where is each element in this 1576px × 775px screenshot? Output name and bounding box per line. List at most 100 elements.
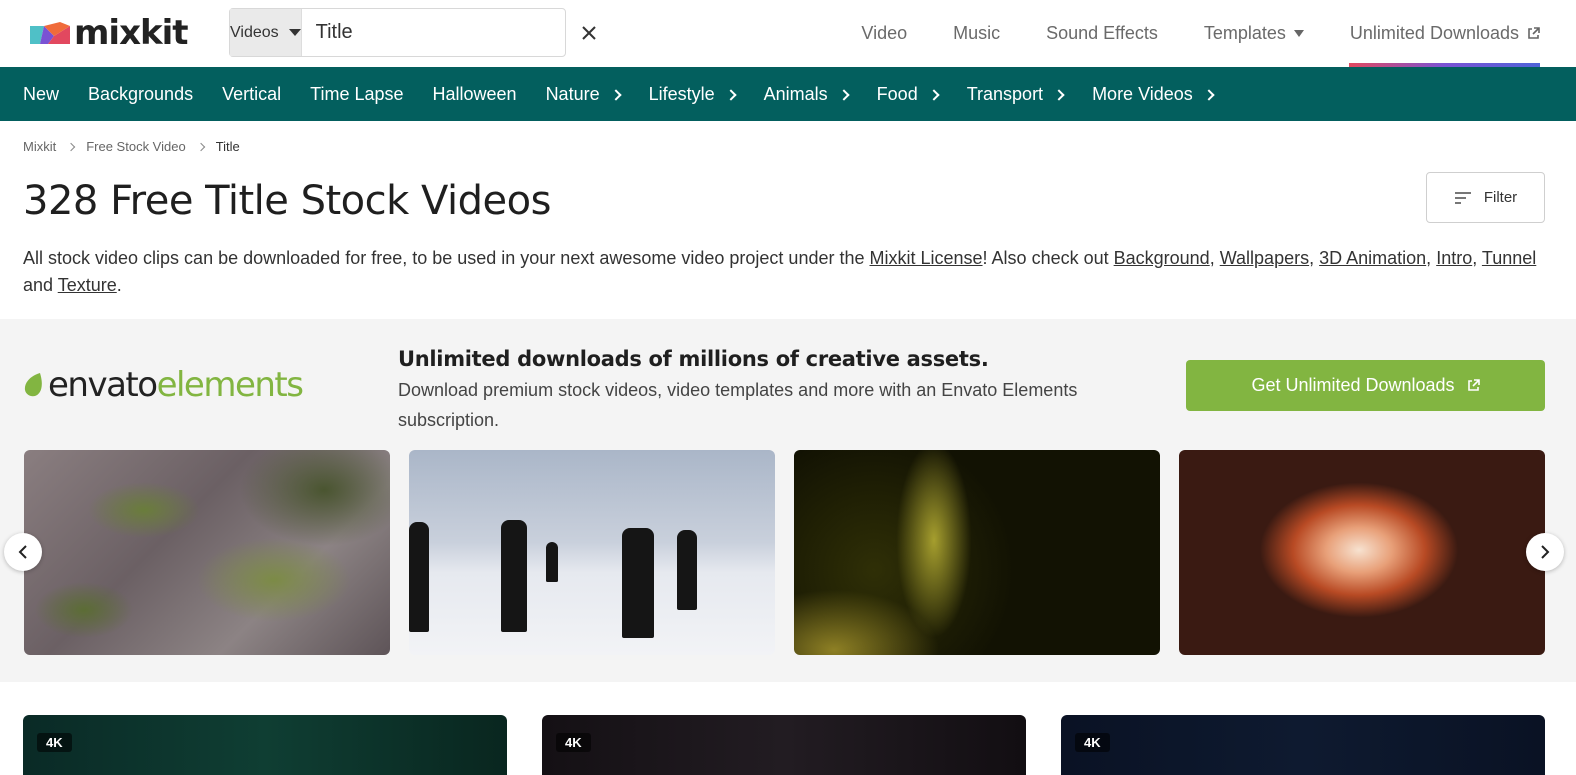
category-new[interactable]: New [23,84,59,105]
chevron-right-icon [928,88,940,101]
category-label: Halloween [432,83,517,104]
category-label: Backgrounds [88,83,194,104]
logo-wordmark: mixkit [74,13,189,53]
category-label: Time Lapse [310,83,404,104]
video-card[interactable]: 4K [1061,715,1545,775]
category-label: New [23,83,60,104]
mixkit-license-link[interactable]: Mixkit License [870,248,983,268]
category-backgrounds[interactable]: Backgrounds [88,84,193,105]
category-bar: New Backgrounds Vertical Time Lapse Hall… [0,67,1576,121]
carousel-next-button[interactable] [1526,533,1564,571]
link-wallpapers[interactable]: Wallpapers [1220,248,1309,268]
nav-music[interactable]: Music [930,0,1023,67]
category-animals[interactable]: Animals [763,83,850,105]
category-more-videos[interactable]: More Videos [1092,83,1215,105]
promo-carousel [24,450,1545,655]
category-label: Food [876,83,918,104]
caret-down-icon [288,29,301,36]
category-label: Animals [763,83,828,104]
chevron-right-icon [1053,88,1065,101]
link-background[interactable]: Background [1114,248,1210,268]
envato-leaf-icon [24,373,42,397]
category-label: Nature [545,83,600,104]
nav-label: Video [861,23,908,43]
caret-down-icon [1293,30,1304,37]
breadcrumb-current: Title [215,139,240,154]
nav-templates[interactable]: Templates [1181,0,1327,67]
category-label: Lifestyle [648,83,715,104]
promo-subtext: Download premium stock videos, video tem… [398,380,1078,430]
carousel-thumbnail[interactable] [24,450,390,655]
clear-search-button[interactable] [581,9,597,56]
search-bar: Videos [229,8,596,57]
carousel-thumbnail[interactable] [1179,450,1545,655]
resolution-badge: 4K [37,733,72,752]
chevron-right-icon [1541,545,1550,559]
page-description: All stock video clips can be downloaded … [23,248,1537,295]
link-intro[interactable]: Intro [1436,248,1472,268]
search-type-label: Videos [230,23,279,41]
category-lifestyle[interactable]: Lifestyle [648,83,737,105]
description-middle: ! Also check out [982,248,1114,268]
nav-sound-effects[interactable]: Sound Effects [1023,0,1181,67]
chevron-right-icon [609,88,622,101]
category-time-lapse[interactable]: Time Lapse [310,84,403,105]
mixkit-logo-mark-icon [30,22,70,44]
person-silhouette [622,528,654,638]
description-and: and [23,275,58,295]
chevron-right-icon [66,142,76,151]
person-silhouette [501,520,527,632]
close-icon [581,25,596,40]
category-label: More Videos [1092,83,1193,104]
external-link-icon [1467,379,1480,391]
resolution-badge: 4K [556,733,591,752]
top-navigation: Video Music Sound Effects Templates Unli… [838,0,1576,67]
chevron-right-icon [838,88,850,101]
search-input[interactable] [301,9,581,56]
filter-label: Filter [1483,189,1518,206]
category-nature[interactable]: Nature [545,83,622,105]
cta-label: Get Unlimited Downloads [1251,375,1455,395]
filter-button[interactable]: Filter [1426,172,1545,223]
breadcrumb: Mixkit Free Stock Video Title [23,139,240,154]
person-silhouette [409,522,429,632]
search-type-dropdown[interactable]: Videos [230,9,302,56]
resolution-badge: 4K [1075,733,1110,752]
breadcrumb-mixkit[interactable]: Mixkit [23,139,56,154]
site-header: mixkit Videos Video Music Sound Effects … [0,0,1576,67]
description-prefix: All stock video clips can be downloaded … [23,248,870,268]
nav-video[interactable]: Video [838,0,930,67]
carousel-prev-button[interactable] [4,533,42,571]
chevron-right-icon [724,88,737,101]
page-title: 328 Free Title Stock Videos [23,178,551,224]
nav-label: Sound Effects [1046,23,1158,43]
envato-logo-word: envato [48,365,158,405]
video-results-grid: 4K 4K 4K [23,715,1545,775]
video-card[interactable]: 4K [542,715,1026,775]
chevron-left-icon [18,545,27,559]
nav-label: Templates [1203,23,1286,43]
category-food[interactable]: Food [876,83,940,105]
link-tunnel[interactable]: Tunnel [1482,248,1536,268]
nav-label: Unlimited Downloads [1349,23,1519,43]
link-3d-animation[interactable]: 3D Animation [1319,248,1426,268]
mixkit-logo[interactable]: mixkit [30,13,189,53]
video-card[interactable]: 4K [23,715,507,775]
promo-headline: Unlimited downloads of millions of creat… [398,347,989,371]
link-texture[interactable]: Texture [58,275,117,295]
chevron-right-icon [196,142,205,151]
carousel-thumbnail[interactable] [409,450,775,655]
category-halloween[interactable]: Halloween [433,84,517,105]
category-transport[interactable]: Transport [967,84,1065,105]
get-unlimited-downloads-button[interactable]: Get Unlimited Downloads [1186,360,1545,411]
external-link-icon [1528,27,1540,39]
person-silhouette [546,542,558,582]
category-vertical[interactable]: Vertical [222,84,281,105]
nav-unlimited-downloads[interactable]: Unlimited Downloads [1327,0,1576,67]
breadcrumb-free-stock-video[interactable]: Free Stock Video [86,139,185,154]
person-silhouette [677,530,697,610]
chevron-right-icon [1203,88,1215,101]
nav-label: Music [953,23,1001,43]
envato-elements-logo[interactable]: envato elements [22,365,304,405]
carousel-thumbnail[interactable] [794,450,1160,655]
